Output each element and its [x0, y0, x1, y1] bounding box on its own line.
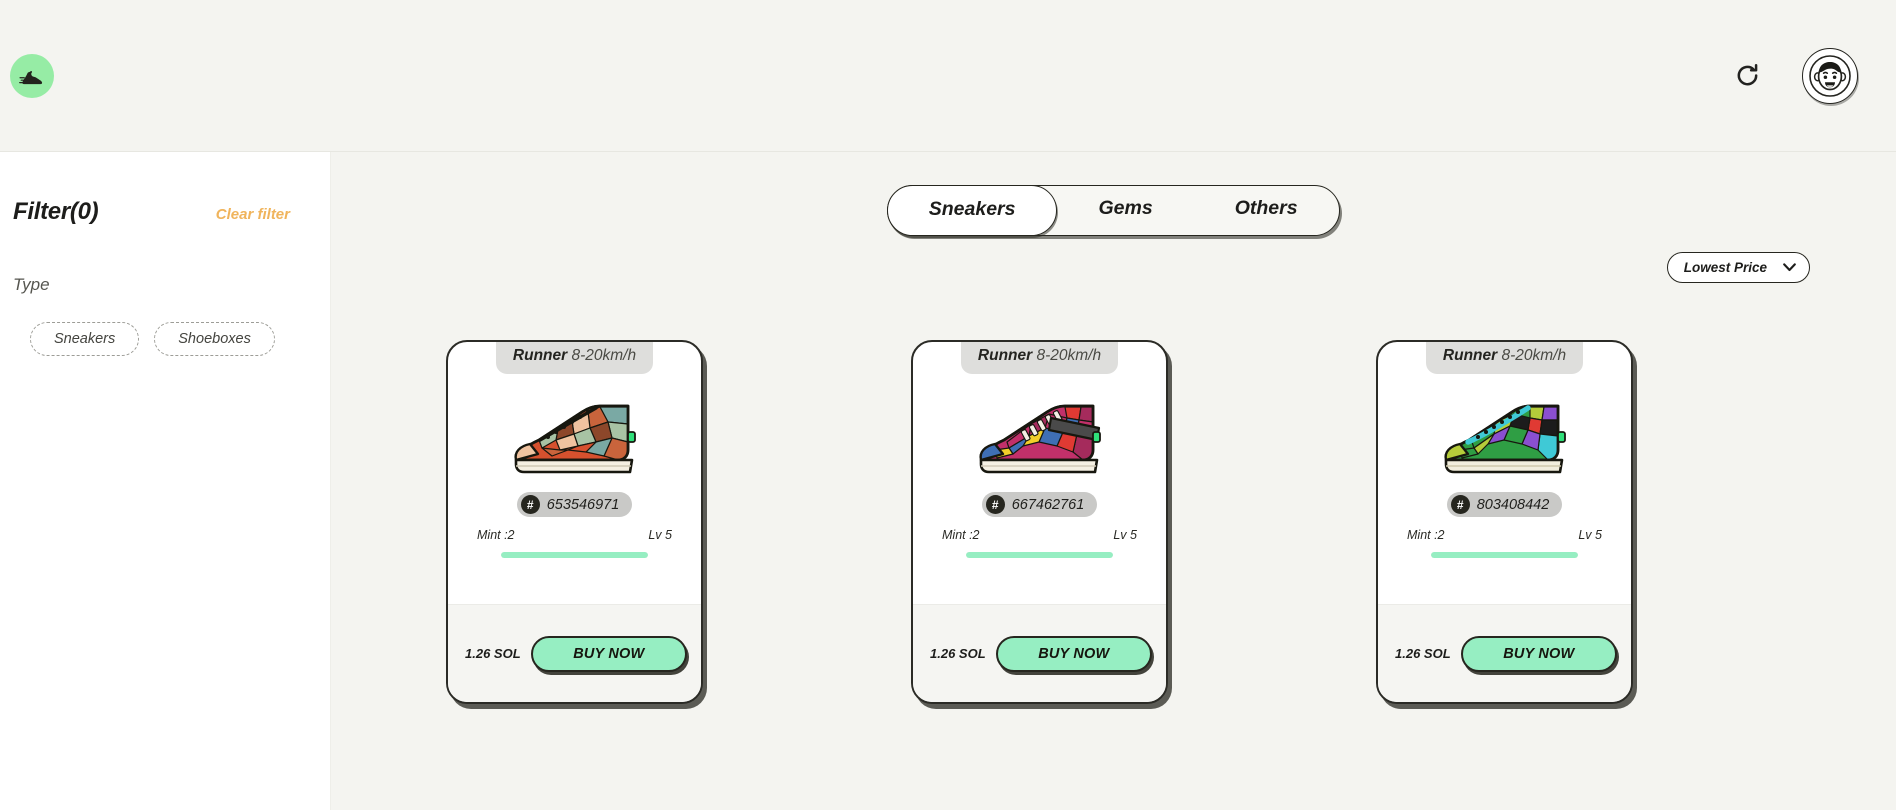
card-type-badge: Runner 8-20km/h	[960, 342, 1119, 374]
sneaker-image	[448, 381, 701, 487]
card-slot: Runner 8-20km/h	[446, 340, 911, 704]
hash-icon: #	[985, 495, 1005, 514]
card-type-label: Runner	[512, 347, 568, 364]
card-footer: 1.26 SOL BUY NOW	[1378, 604, 1631, 702]
durability-bar-fill	[966, 552, 1113, 558]
sneaker-id-value: 653546971	[546, 496, 620, 513]
marketplace-app: Filter(0) Clear filter Type Sneakers Sho…	[0, 0, 1896, 810]
card-speed-label: 8-20km/h	[1036, 347, 1102, 364]
chevron-down-icon	[1783, 260, 1796, 275]
level-label: Lv 5	[1578, 528, 1602, 542]
card-price: 1.26 SOL	[1395, 646, 1451, 661]
header-actions	[1732, 47, 1858, 104]
type-chip-shoeboxes[interactable]: Shoeboxes	[154, 322, 275, 356]
sneaker-card[interactable]: Runner 8-20km/h	[446, 340, 703, 704]
type-section-label: Type	[13, 275, 50, 294]
hash-icon: #	[1450, 495, 1470, 514]
tab-gems[interactable]: Gems	[1057, 185, 1193, 236]
type-chip-group: Sneakers Shoeboxes	[13, 322, 300, 356]
sneaker-card[interactable]: Runner 8-20km/h	[1376, 340, 1633, 704]
durability-bar	[966, 552, 1113, 558]
buy-now-button[interactable]: BUY NOW	[995, 635, 1152, 672]
sneaker-id-pill: # 653546971	[516, 492, 633, 517]
mint-label: Mint :2	[1407, 528, 1445, 542]
card-slot: Runner 8-20km/h	[911, 340, 1376, 704]
main-content: Sneakers Gems Others Lowest Price Runner…	[331, 152, 1896, 810]
card-speed-label: 8-20km/h	[1501, 347, 1567, 364]
sort-dropdown[interactable]: Lowest Price	[1666, 252, 1810, 283]
durability-bar-fill	[501, 552, 648, 558]
sort-wrap: Lowest Price	[331, 236, 1896, 283]
sneaker-card[interactable]: Runner 8-20km/h	[911, 340, 1168, 704]
card-slot: Runner 8-20km/h	[1376, 340, 1841, 704]
category-tabs-wrap: Sneakers Gems Others	[331, 152, 1896, 236]
sneaker-id-value: 803408442	[1476, 496, 1550, 513]
sneaker-image	[913, 381, 1166, 487]
sneaker-logo-icon[interactable]	[10, 53, 54, 98]
buy-now-button[interactable]: BUY NOW	[530, 635, 687, 672]
type-chip-sneakers[interactable]: Sneakers	[30, 322, 140, 356]
level-label: Lv 5	[1113, 528, 1137, 542]
card-badge-row: Runner 8-20km/h	[448, 342, 701, 374]
id-pill-row: # 803408442	[1378, 492, 1631, 517]
clear-filter-button[interactable]: Clear filter	[216, 206, 290, 223]
filter-sidebar: Filter(0) Clear filter Type Sneakers Sho…	[0, 152, 331, 810]
card-type-badge: Runner 8-20km/h	[1425, 342, 1584, 374]
card-stats-row: Mint :2 Lv 5	[1378, 517, 1631, 542]
category-tabs: Sneakers Gems Others	[886, 185, 1340, 236]
filter-title: Filter(0)	[13, 198, 99, 225]
card-price: 1.26 SOL	[930, 646, 986, 661]
app-body: Filter(0) Clear filter Type Sneakers Sho…	[0, 152, 1896, 810]
card-speed-label: 8-20km/h	[571, 347, 637, 364]
sort-dropdown-value: Lowest Price	[1683, 260, 1767, 275]
buy-now-button[interactable]: BUY NOW	[1460, 635, 1617, 672]
level-label: Lv 5	[648, 528, 672, 542]
durability-bar-fill	[1431, 552, 1578, 558]
card-footer: 1.26 SOL BUY NOW	[448, 604, 701, 702]
card-stats-row: Mint :2 Lv 5	[448, 517, 701, 542]
user-avatar-icon[interactable]	[1802, 47, 1858, 104]
card-stats-row: Mint :2 Lv 5	[913, 517, 1166, 542]
app-header	[0, 0, 1896, 152]
filter-header: Filter(0) Clear filter	[13, 198, 300, 226]
card-badge-row: Runner 8-20km/h	[913, 342, 1166, 374]
card-type-label: Runner	[977, 347, 1033, 364]
sneaker-id-pill: # 667462761	[981, 492, 1098, 517]
card-badge-row: Runner 8-20km/h	[1378, 342, 1631, 374]
card-footer: 1.26 SOL BUY NOW	[913, 604, 1166, 702]
id-pill-row: # 653546971	[448, 492, 701, 517]
refresh-icon[interactable]	[1732, 61, 1762, 91]
mint-label: Mint :2	[942, 528, 980, 542]
tab-sneakers[interactable]: Sneakers	[886, 185, 1058, 236]
durability-bar	[1431, 552, 1578, 558]
sneaker-card-grid: Runner 8-20km/h # 653546971 Mint:2 Lv 5…	[331, 283, 1896, 704]
id-pill-row: # 667462761	[913, 492, 1166, 517]
card-type-badge: Runner 8-20km/h	[495, 342, 654, 374]
tab-others[interactable]: Others	[1194, 185, 1339, 236]
hash-icon: #	[520, 495, 540, 514]
durability-bar	[501, 552, 648, 558]
card-price: 1.26 SOL	[465, 646, 521, 661]
card-type-label: Runner	[1442, 347, 1498, 364]
sneaker-image	[1378, 381, 1631, 487]
sneaker-id-pill: # 803408442	[1446, 492, 1563, 517]
sneaker-id-value: 667462761	[1011, 496, 1085, 513]
mint-label: Mint :2	[477, 528, 515, 542]
